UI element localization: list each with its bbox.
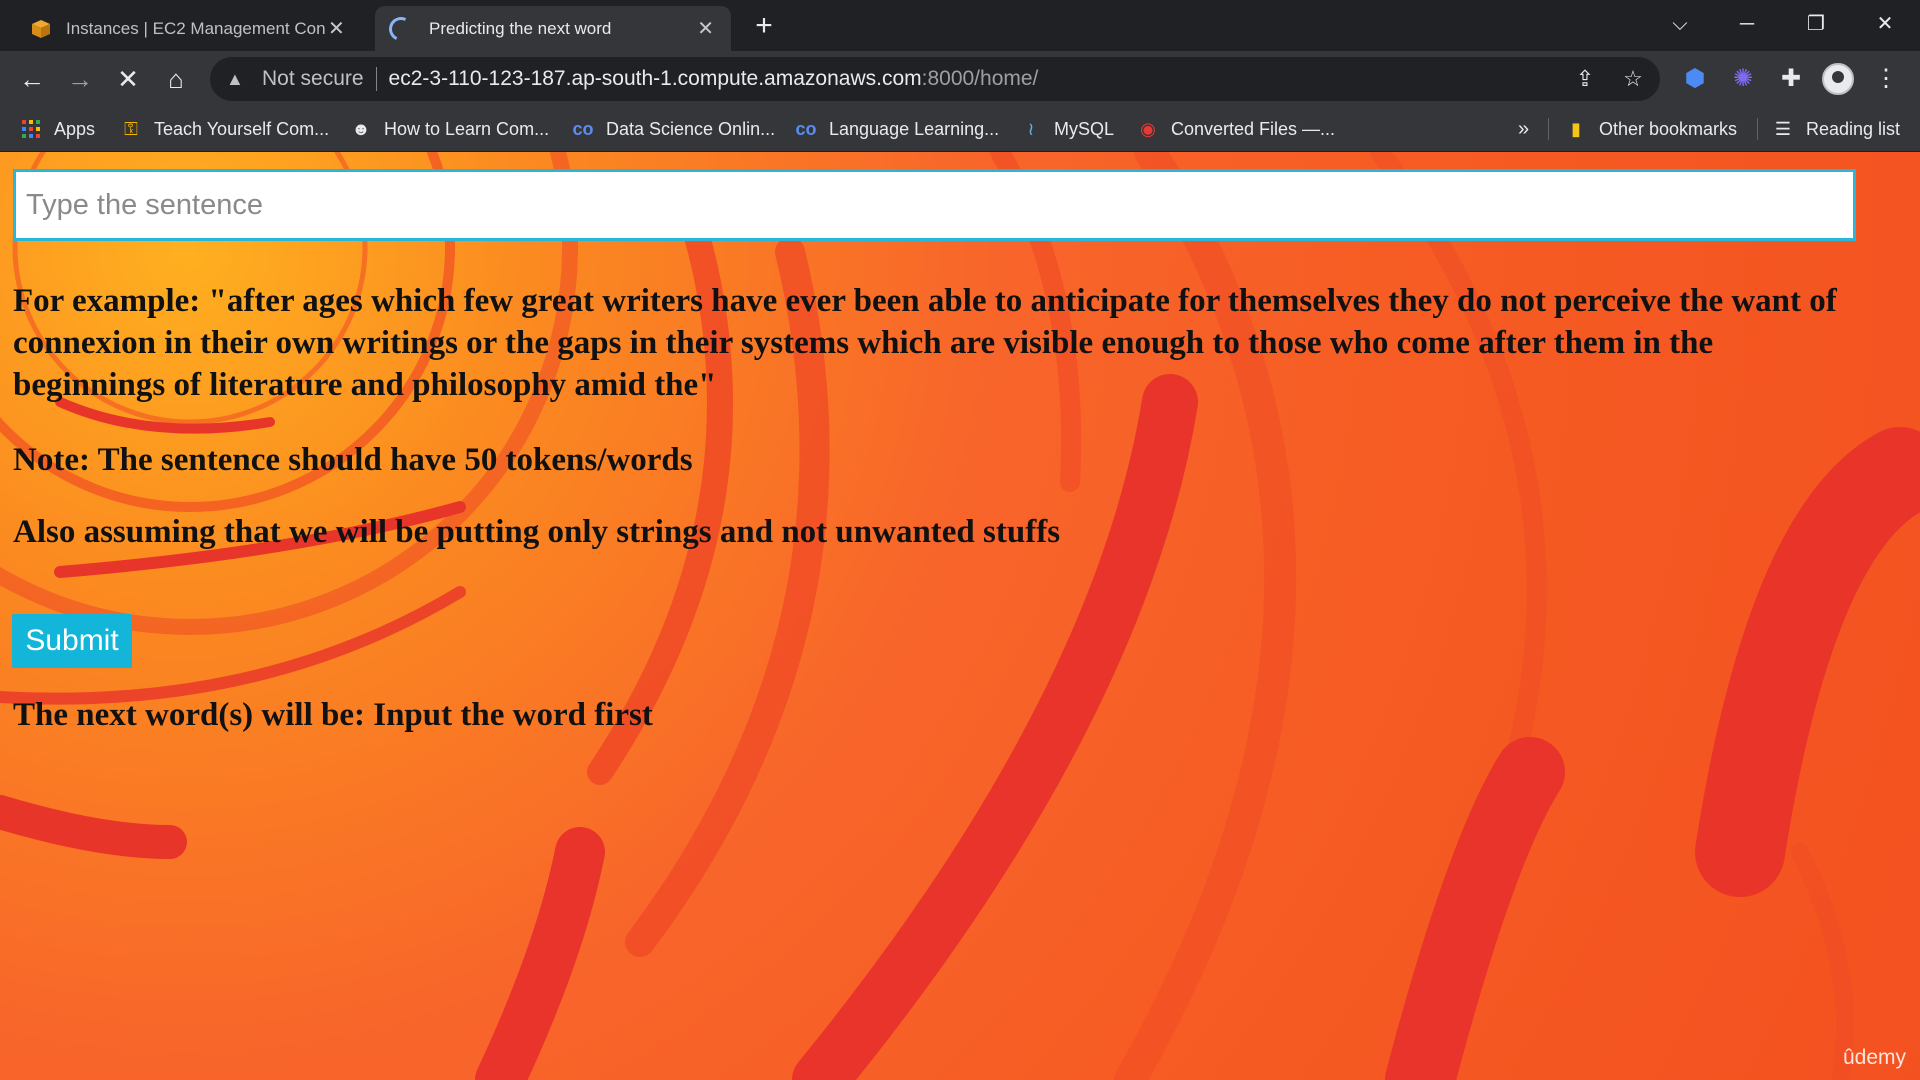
- other-bookmarks-folder[interactable]: ▮ Other bookmarks: [1565, 107, 1737, 151]
- tab-ec2-instances[interactable]: Instances | EC2 Management Console ✕: [16, 6, 362, 51]
- bookmark-label: Converted Files —...: [1171, 118, 1336, 139]
- share-icon[interactable]: ⇪: [1573, 67, 1597, 91]
- browser-toolbar: ← → ✕ ⌂ ▲ Not secure ec2-3-110-123-187.a…: [0, 51, 1920, 107]
- apps-grid-icon: [22, 120, 40, 138]
- minimize-button[interactable]: ─: [1724, 6, 1770, 42]
- bookmark-label: How to Learn Com...: [384, 118, 550, 139]
- aws-box-icon: [32, 19, 50, 38]
- example-text: For example: "after ages which few great…: [13, 283, 1837, 403]
- bookmark-apps[interactable]: Apps: [20, 107, 95, 151]
- bookmark-label: Apps: [54, 118, 96, 139]
- divider: [375, 67, 377, 91]
- extensions-puzzle-icon[interactable]: ✚: [1775, 63, 1807, 95]
- bookmarks-bar: Apps ⚿ Teach Yourself Com... ☻ How to Le…: [0, 107, 1920, 152]
- bookmark-teach-yourself[interactable]: ⚿ Teach Yourself Com...: [120, 107, 329, 151]
- bookmark-label: MySQL: [1054, 118, 1115, 139]
- tab-title: Instances | EC2 Management Console: [66, 18, 325, 38]
- bookmarks-overflow-button[interactable]: »: [1518, 107, 1529, 151]
- submit-button[interactable]: Submit: [12, 614, 132, 668]
- new-tab-button[interactable]: +: [748, 8, 780, 44]
- extension-shield-icon[interactable]: ⬢: [1679, 63, 1711, 95]
- bookmark-label: Other bookmarks: [1599, 118, 1738, 139]
- tab-predicting-next-word[interactable]: Predicting the next word ✕: [375, 6, 731, 51]
- bookmark-label: Language Learning...: [829, 118, 1000, 139]
- bookmark-label: Reading list: [1806, 118, 1901, 139]
- bookmark-language-learning[interactable]: co Language Learning...: [795, 107, 999, 151]
- extension-gear-icon[interactable]: ✺: [1727, 63, 1759, 95]
- profile-avatar[interactable]: [1822, 63, 1854, 95]
- loading-spinner-icon: [385, 13, 417, 44]
- key-icon: ⚿: [124, 119, 138, 139]
- bookmark-converted-files[interactable]: ◉ Converted Files —...: [1137, 107, 1335, 151]
- robot-icon: ☻: [351, 119, 371, 139]
- page-content: For example: "after ages which few great…: [0, 152, 1920, 1080]
- tab-title: Predicting the next word: [429, 18, 612, 38]
- assumption-text: Also assuming that we will be putting on…: [13, 514, 1061, 550]
- coursera-icon: co: [572, 119, 594, 139]
- divider: [1548, 118, 1549, 140]
- bookmark-star-icon[interactable]: ☆: [1621, 67, 1645, 91]
- back-arrow-icon[interactable]: ←: [14, 61, 50, 97]
- home-icon[interactable]: ⌂: [158, 61, 194, 97]
- close-tab-icon[interactable]: ✕: [325, 16, 348, 41]
- url-host: ec2-3-110-123-187.ap-south-1.compute.ama…: [388, 67, 922, 90]
- forward-arrow-icon[interactable]: →: [62, 61, 98, 97]
- bookmark-data-science[interactable]: co Data Science Onlin...: [572, 107, 775, 151]
- close-window-button[interactable]: ✕: [1862, 6, 1908, 42]
- close-tab-icon[interactable]: ✕: [694, 16, 717, 41]
- bookmark-how-to-learn[interactable]: ☻ How to Learn Com...: [350, 107, 550, 151]
- stop-loading-icon[interactable]: ✕: [110, 61, 146, 97]
- warning-triangle-icon: ▲: [226, 68, 244, 89]
- mysql-icon: ≀: [1027, 119, 1035, 139]
- converter-icon: ◉: [1140, 119, 1156, 139]
- url-path: :8000/home/: [921, 67, 1039, 90]
- note-text: Note: The sentence should have 50 tokens…: [13, 442, 693, 478]
- reading-list-button[interactable]: ☰ Reading list: [1772, 107, 1900, 151]
- udemy-watermark: ûdemy: [1842, 1046, 1906, 1069]
- coursera-icon: co: [795, 119, 817, 139]
- bookmark-label: Data Science Onlin...: [606, 118, 776, 139]
- prediction-result: The next word(s) will be: Input the word…: [13, 697, 653, 733]
- restore-button[interactable]: ❐: [1793, 6, 1839, 42]
- bookmark-label: Teach Yourself Com...: [154, 118, 330, 139]
- folder-icon: ▮: [1571, 119, 1581, 139]
- reading-list-icon: ☰: [1774, 119, 1792, 139]
- tab-search-chevron-down-icon[interactable]: ⌵: [1657, 6, 1703, 42]
- divider: [1757, 118, 1758, 140]
- menu-kebab-icon[interactable]: ⋮: [1870, 63, 1902, 95]
- sentence-input[interactable]: [13, 169, 1856, 241]
- tab-strip: Instances | EC2 Management Console ✕ Pre…: [0, 0, 1920, 51]
- bookmark-mysql[interactable]: ≀ MySQL: [1020, 107, 1114, 151]
- security-status[interactable]: Not secure: [262, 67, 364, 91]
- address-bar[interactable]: ▲ Not secure ec2-3-110-123-187.ap-south-…: [210, 57, 1660, 101]
